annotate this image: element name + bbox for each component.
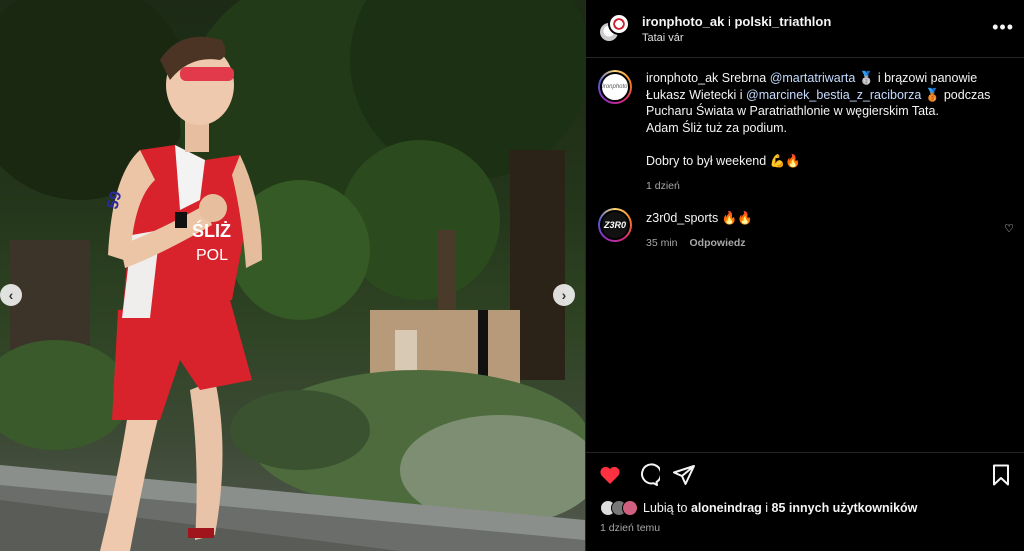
post-side-panel: ironphoto_ak i polski_triathlon Tatai vá… — [585, 0, 1024, 551]
triathlete-photo: 59 ŚLIŻ POL — [0, 0, 585, 551]
reply-button[interactable]: Odpowiedz — [690, 235, 746, 252]
commenter-avatar-text: Z3R0 — [600, 210, 630, 240]
comment-icon[interactable] — [636, 463, 660, 487]
liker-avatar — [622, 500, 638, 516]
comment-time[interactable]: 35 min — [646, 235, 678, 252]
post-header: ironphoto_ak i polski_triathlon Tatai vá… — [586, 0, 1024, 58]
post-caption: ironphoto ironphoto_ak Srebrna @martatri… — [586, 58, 1024, 194]
jersey-country: POL — [196, 247, 228, 264]
caption-author-avatar[interactable]: ironphoto — [598, 70, 632, 104]
silver-medal-emoji: 🥈 — [855, 71, 875, 85]
post-location[interactable]: Tatai vár — [642, 32, 831, 44]
share-icon[interactable] — [672, 463, 696, 487]
caption-time[interactable]: 1 dzień — [646, 178, 680, 195]
save-bookmark-icon[interactable] — [989, 463, 1013, 487]
comment-item: Z3R0 z3r0d_sports 🔥🔥 35 min Odpowiedz — [586, 194, 1024, 251]
liker-username[interactable]: aloneindrag — [691, 501, 762, 515]
more-options-icon[interactable]: ••• — [992, 18, 1014, 36]
caption-paragraph: Dobry to był weekend 💪🔥 — [646, 154, 801, 168]
next-photo-button[interactable]: › — [553, 284, 575, 306]
mention-link[interactable]: @martatriwarta — [770, 71, 856, 85]
mention-link[interactable]: @marcinek_bestia_z_raciborza — [746, 88, 921, 102]
likes-prefix: Lubią to — [643, 501, 691, 515]
post-photo: 59 ŚLIŻ POL ‹ › — [0, 0, 585, 551]
previous-photo-button[interactable]: ‹ — [0, 284, 22, 306]
collaborator-avatar[interactable] — [608, 12, 630, 35]
bronze-medal-emoji: 🥉 — [921, 87, 941, 102]
caption-line: Adam Śliż tuż za podium. — [646, 120, 788, 135]
collaborator-username[interactable]: polski_triathlon — [734, 14, 831, 29]
post-timestamp[interactable]: 1 dzień temu — [600, 522, 660, 534]
like-comment-icon[interactable]: ♡ — [1004, 222, 1014, 235]
commenter-username[interactable]: z3r0d_sports — [646, 211, 718, 225]
caption-text: Srebrna — [718, 71, 770, 85]
post-authors: ironphoto_ak i polski_triathlon — [642, 14, 831, 29]
likes-conjunction: i — [761, 501, 772, 515]
jersey-name: ŚLIŻ — [192, 220, 231, 241]
likes-summary[interactable]: Lubią to aloneindrag i 85 innych użytkow… — [600, 500, 917, 516]
heart-icon[interactable] — [598, 463, 622, 487]
post-actions-bar — [586, 452, 1024, 496]
comment-text: 🔥🔥 — [718, 211, 753, 225]
collab-avatars[interactable] — [598, 12, 630, 45]
authors-separator: i — [724, 13, 735, 29]
other-likers-link[interactable]: 85 innych użytkowników — [772, 501, 918, 515]
commenter-avatar[interactable]: Z3R0 — [598, 208, 632, 242]
caption-username[interactable]: ironphoto_ak — [646, 71, 718, 85]
author-username[interactable]: ironphoto_ak — [642, 14, 724, 29]
